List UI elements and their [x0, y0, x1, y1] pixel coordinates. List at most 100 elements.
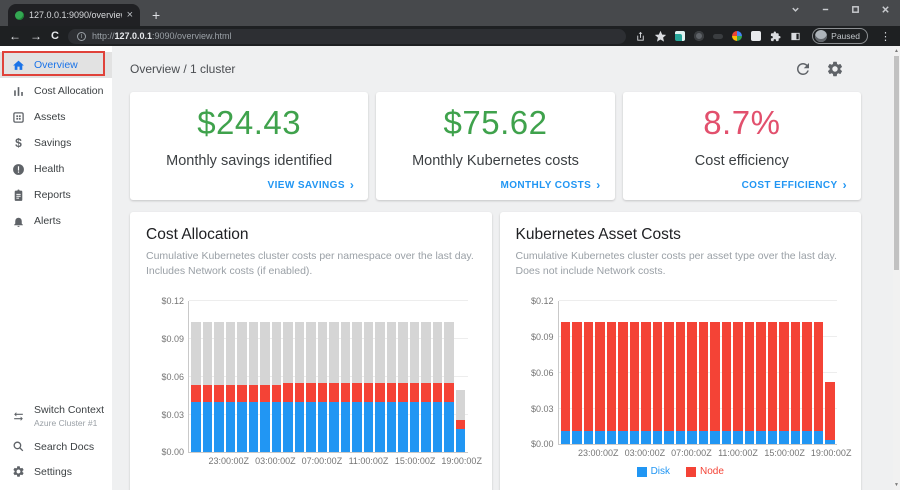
bar-segment-blue	[410, 402, 420, 452]
tab-close-icon[interactable]: ×	[127, 10, 133, 21]
refresh-icon[interactable]	[794, 60, 812, 78]
stacked-bar[interactable]	[572, 301, 582, 444]
address-bar[interactable]: i http://127.0.0.1:9090/overview.html	[68, 29, 626, 44]
stacked-bar[interactable]	[607, 301, 617, 444]
stacked-bar[interactable]	[410, 301, 420, 452]
stacked-bar[interactable]	[791, 301, 801, 444]
stacked-bar[interactable]	[814, 301, 824, 444]
site-info-icon[interactable]: i	[77, 32, 86, 41]
monthly-costs-link[interactable]: MONTHLY COSTS›	[500, 179, 600, 191]
stacked-bar[interactable]	[341, 301, 351, 452]
stacked-bar[interactable]	[618, 301, 628, 444]
sidebar-item-reports[interactable]: Reports	[0, 182, 112, 208]
sidebar-item-alerts[interactable]: Alerts	[0, 208, 112, 234]
share-icon[interactable]	[635, 31, 646, 42]
view-savings-link[interactable]: VIEW SAVINGS›	[268, 179, 355, 191]
sidebar-item-assets[interactable]: Assets	[0, 104, 112, 130]
bookmark-star-icon[interactable]	[655, 31, 666, 42]
stacked-bar[interactable]	[722, 301, 732, 444]
stacked-bar[interactable]	[191, 301, 201, 452]
forward-icon[interactable]: →	[30, 30, 42, 42]
sidebar-item-health[interactable]: Health	[0, 156, 112, 182]
stacked-bar[interactable]	[676, 301, 686, 444]
bar-segment-Node	[745, 322, 755, 432]
extension-icon[interactable]	[675, 31, 685, 41]
bar-chart-icon	[12, 85, 25, 98]
stacked-bar[interactable]	[561, 301, 571, 444]
stacked-bar[interactable]	[329, 301, 339, 452]
stacked-bar[interactable]	[387, 301, 397, 452]
stacked-bar[interactable]	[214, 301, 224, 452]
sidebar-item-overview[interactable]: Overview	[0, 52, 112, 78]
stacked-bar[interactable]	[802, 301, 812, 444]
stacked-bar[interactable]	[398, 301, 408, 452]
browser-tab[interactable]: 127.0.0.1:9090/overview.html ×	[8, 4, 140, 26]
scroll-up-icon[interactable]: ▲	[893, 48, 900, 54]
settings-gear-icon[interactable]	[826, 60, 844, 78]
extensions-puzzle-icon[interactable]	[770, 31, 781, 42]
stacked-bar[interactable]	[653, 301, 663, 444]
vertical-scrollbar[interactable]: ▲ ▼	[893, 46, 900, 490]
gear-icon	[12, 465, 25, 478]
stacked-bar[interactable]	[421, 301, 431, 452]
stacked-bar[interactable]	[584, 301, 594, 444]
bar-segment-gray	[410, 322, 420, 384]
profile-paused-pill[interactable]: Paused	[812, 28, 868, 44]
stacked-bar[interactable]	[295, 301, 305, 452]
back-icon[interactable]: ←	[9, 30, 21, 42]
stacked-bar[interactable]	[733, 301, 743, 444]
new-tab-button[interactable]: +	[152, 8, 160, 22]
legend-item-Node[interactable]: Node	[686, 466, 724, 477]
browser-menu-icon[interactable]: ⋮	[880, 30, 891, 43]
stacked-bar[interactable]	[745, 301, 755, 444]
stacked-bar[interactable]	[249, 301, 259, 452]
stacked-bar[interactable]	[756, 301, 766, 444]
bar-segment-Disk	[756, 431, 766, 444]
stacked-bar[interactable]	[260, 301, 270, 452]
tab-search-chevron-icon[interactable]	[791, 5, 800, 14]
extension-icon[interactable]	[713, 34, 723, 39]
stacked-bar[interactable]	[433, 301, 443, 452]
sidebar-item-search-docs[interactable]: Search Docs	[0, 434, 112, 459]
stacked-bar[interactable]	[768, 301, 778, 444]
scroll-down-icon[interactable]: ▼	[893, 482, 900, 488]
stacked-bar[interactable]	[237, 301, 247, 452]
stacked-bar[interactable]	[630, 301, 640, 444]
sidebar-item-cost-allocation[interactable]: Cost Allocation	[0, 78, 112, 104]
stacked-bar[interactable]	[699, 301, 709, 444]
extension-icon[interactable]	[732, 31, 742, 41]
stacked-bar[interactable]	[318, 301, 328, 452]
sidebar-item-savings[interactable]: $ Savings	[0, 130, 112, 156]
stacked-bar[interactable]	[272, 301, 282, 452]
stacked-bar[interactable]	[825, 301, 835, 444]
stacked-bar[interactable]	[595, 301, 605, 444]
stacked-bar[interactable]	[641, 301, 651, 444]
stacked-bar[interactable]	[710, 301, 720, 444]
stacked-bar[interactable]	[226, 301, 236, 452]
scrollbar-thumb[interactable]	[894, 56, 899, 270]
side-panel-icon[interactable]	[790, 31, 801, 42]
sidebar-item-switch-context[interactable]: Switch Context Azure Cluster #1	[0, 398, 112, 434]
stacked-bar[interactable]	[444, 301, 454, 452]
window-close-icon[interactable]	[881, 5, 890, 14]
bar-segment-Node	[641, 322, 651, 432]
cost-efficiency-link[interactable]: COST EFFICIENCY›	[742, 179, 847, 191]
stacked-bar[interactable]	[352, 301, 362, 452]
stacked-bar[interactable]	[687, 301, 697, 444]
stacked-bar[interactable]	[375, 301, 385, 452]
stacked-bar[interactable]	[779, 301, 789, 444]
window-maximize-icon[interactable]	[851, 5, 860, 14]
stacked-bar[interactable]	[203, 301, 213, 452]
reload-icon[interactable]: C	[51, 31, 59, 42]
stacked-bar[interactable]	[306, 301, 316, 452]
extension-icon[interactable]	[751, 31, 761, 41]
stacked-bar[interactable]	[364, 301, 374, 452]
bar-segment-blue	[237, 402, 247, 452]
window-minimize-icon[interactable]	[821, 5, 830, 14]
extension-icon[interactable]	[694, 31, 704, 41]
sidebar-item-settings[interactable]: Settings	[0, 459, 112, 484]
stacked-bar[interactable]	[456, 301, 466, 452]
legend-item-Disk[interactable]: Disk	[637, 466, 670, 477]
stacked-bar[interactable]	[283, 301, 293, 452]
stacked-bar[interactable]	[664, 301, 674, 444]
